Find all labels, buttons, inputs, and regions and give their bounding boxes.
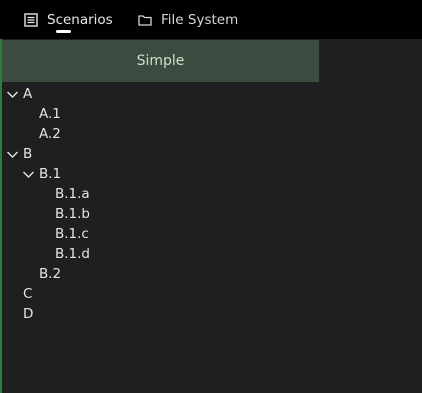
tree-item-b1a[interactable]: B.1.a bbox=[55, 184, 90, 204]
tab-file-system-label: File System bbox=[161, 11, 239, 28]
tab-scenarios-label: Scenarios bbox=[47, 11, 113, 28]
tree-item-label: B bbox=[23, 146, 33, 162]
tree-item-b1b[interactable]: B.1.b bbox=[55, 204, 90, 224]
tab-scenarios[interactable]: Scenarios bbox=[24, 0, 113, 39]
tree-item-b[interactable]: B bbox=[6, 144, 32, 164]
tree-item-label: B.1 bbox=[39, 166, 62, 182]
tree-item-d[interactable]: D bbox=[23, 304, 33, 324]
tree-item-label: D bbox=[23, 306, 34, 322]
tab-file-system[interactable]: File System bbox=[138, 0, 238, 39]
scenario-header-button[interactable]: Simple bbox=[2, 40, 319, 82]
tree-item-b1c[interactable]: B.1.c bbox=[55, 224, 89, 244]
active-tab-indicator bbox=[56, 30, 71, 33]
list-icon bbox=[24, 12, 38, 27]
tree-item-label: C bbox=[23, 286, 33, 302]
tree-item-b2[interactable]: B.2 bbox=[39, 264, 61, 284]
tree-item-label: B.1.c bbox=[55, 226, 89, 242]
chevron-down-icon[interactable] bbox=[22, 168, 35, 181]
tree-item-label: A.1 bbox=[39, 106, 61, 122]
panel-accent-bar bbox=[0, 39, 2, 393]
tree-item-a2[interactable]: A.2 bbox=[39, 124, 61, 144]
chevron-down-icon[interactable] bbox=[6, 148, 19, 161]
tree-item-label: B.1.d bbox=[55, 246, 91, 262]
tree-item-a[interactable]: A bbox=[6, 84, 32, 104]
chevron-down-icon[interactable] bbox=[6, 88, 19, 101]
tree-item-label: B.1.b bbox=[55, 206, 91, 222]
tree-item-b1[interactable]: B.1 bbox=[22, 164, 61, 184]
tree-item-label: A.2 bbox=[39, 126, 61, 142]
folder-icon bbox=[138, 13, 152, 27]
scenario-header-label: Simple bbox=[136, 53, 185, 69]
tree-item-b1d[interactable]: B.1.d bbox=[55, 244, 90, 264]
tree-item-c[interactable]: C bbox=[23, 284, 32, 304]
tree-item-label: A bbox=[23, 86, 33, 102]
tree-item-label: B.1.a bbox=[55, 186, 90, 202]
tree-item-a1[interactable]: A.1 bbox=[39, 104, 61, 124]
top-tab-bar: Scenarios File System bbox=[0, 0, 422, 39]
tree-item-label: B.2 bbox=[39, 266, 62, 282]
